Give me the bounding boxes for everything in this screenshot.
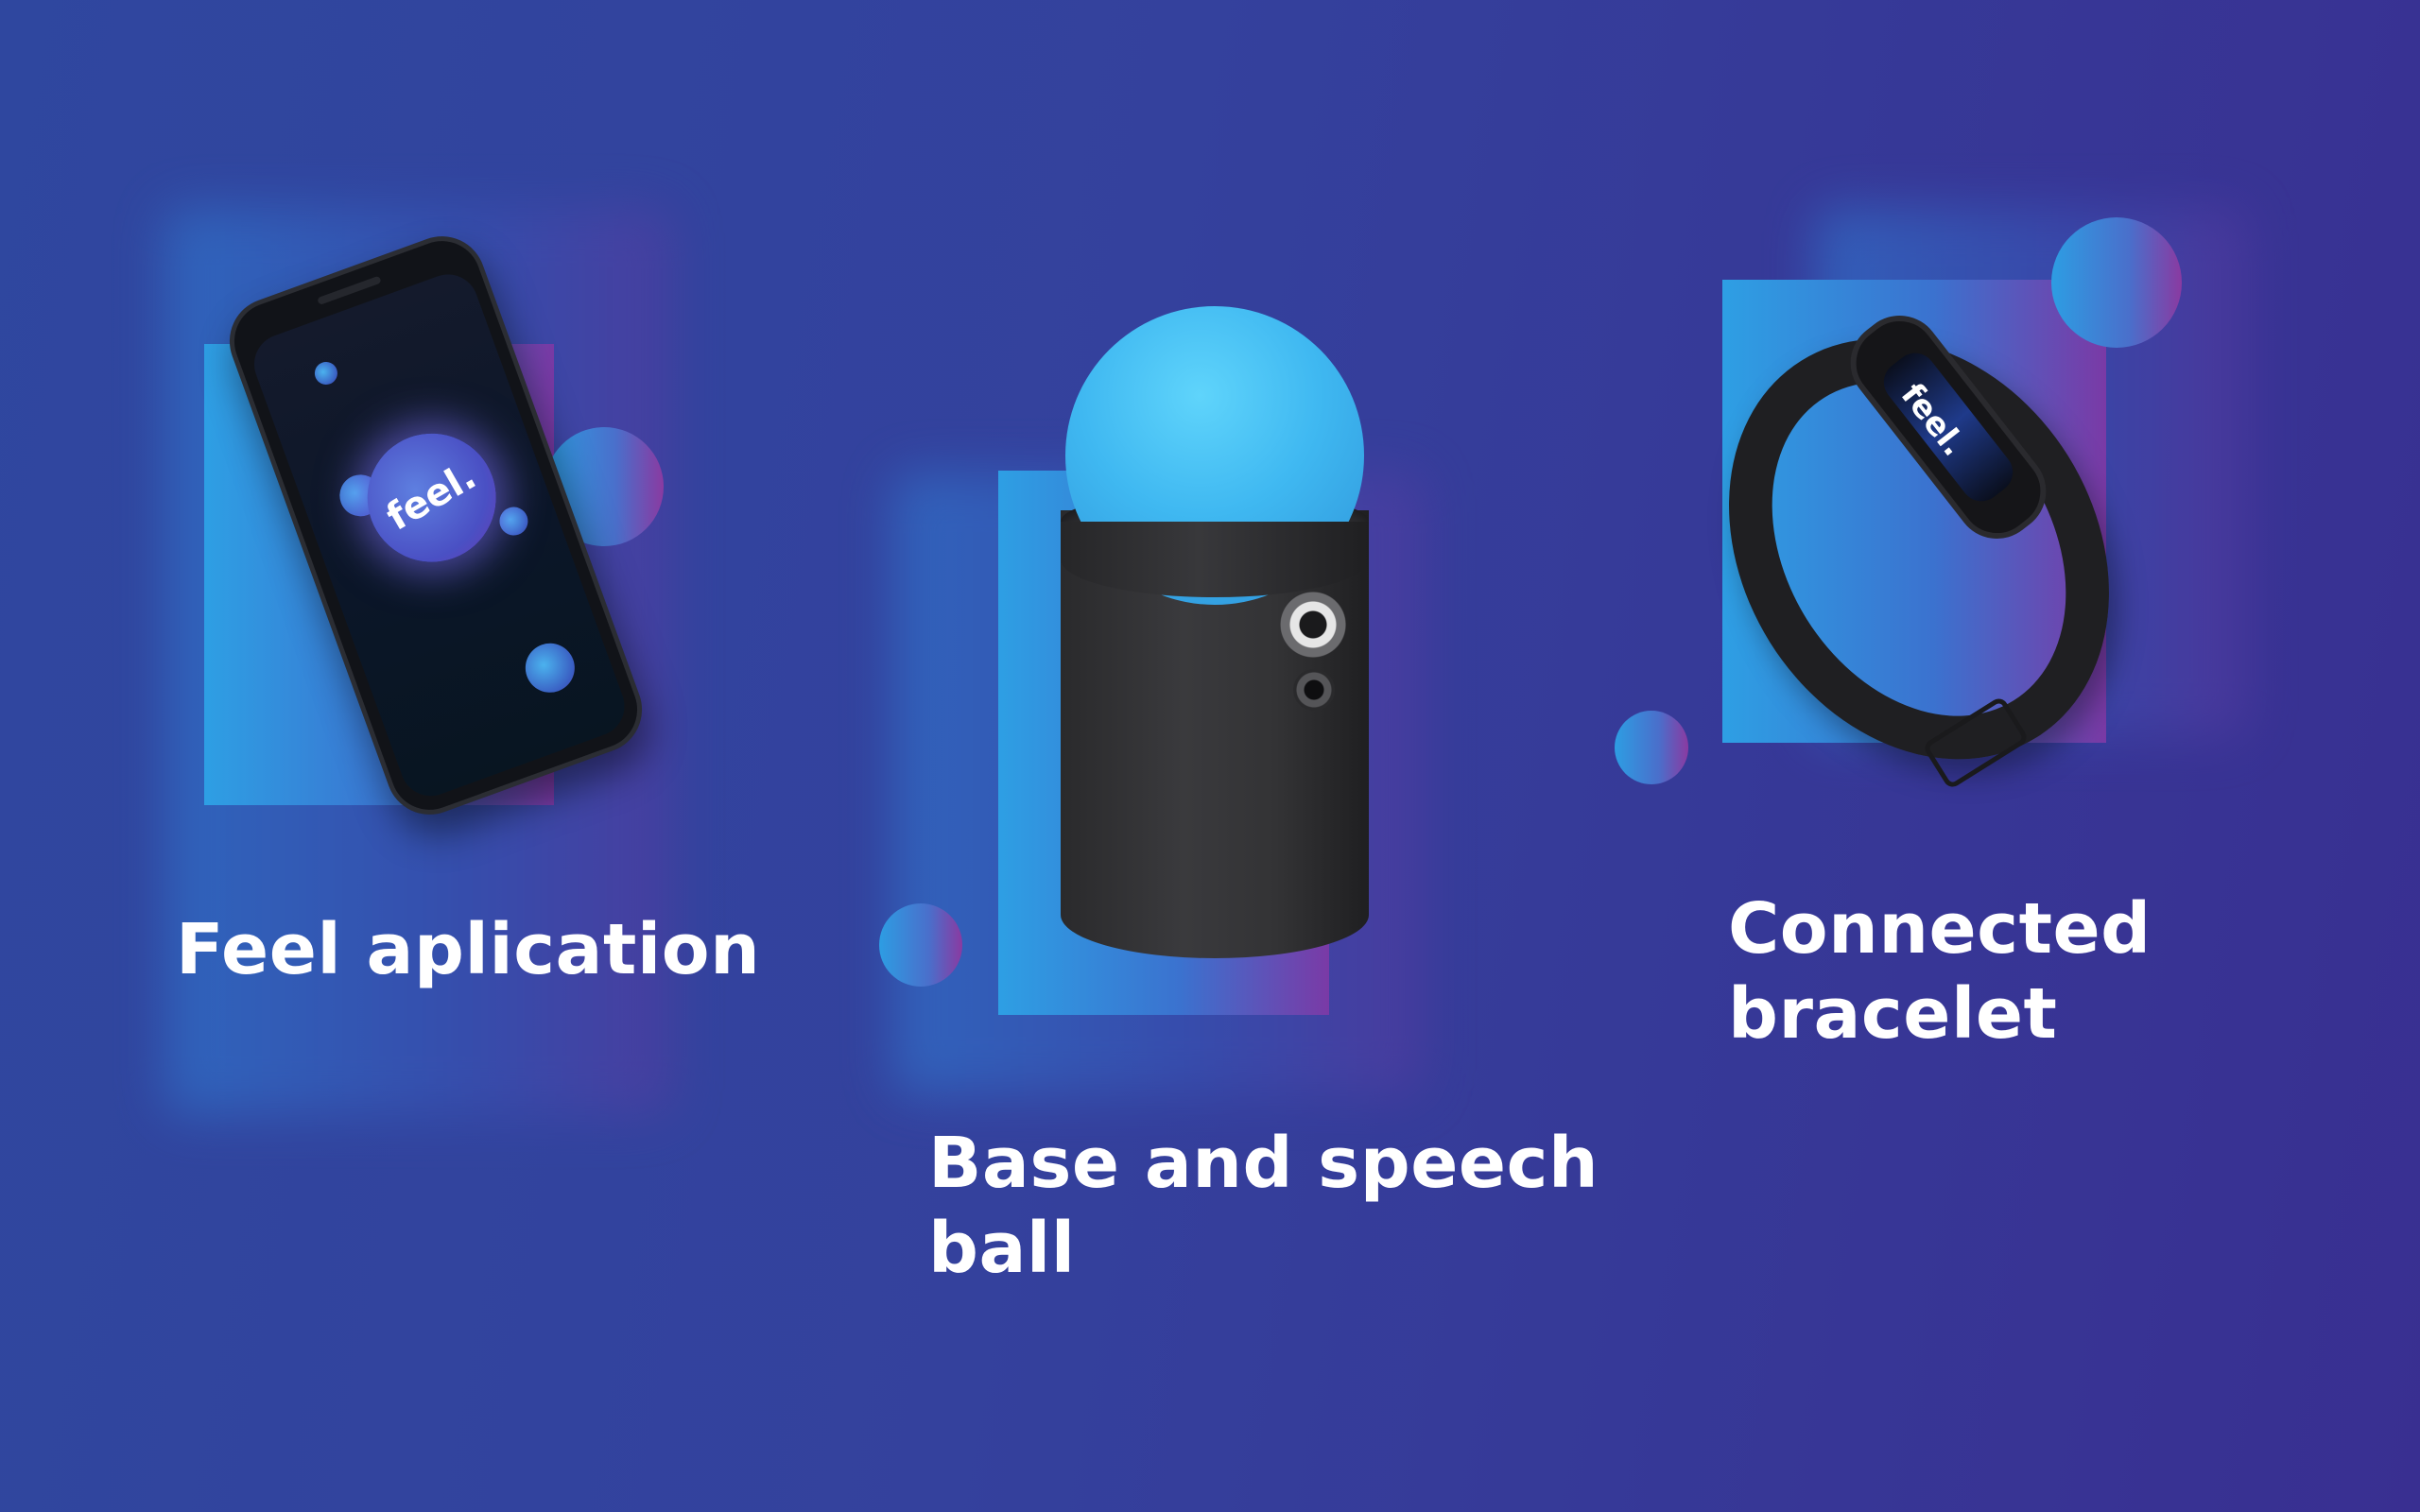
product-title-line: ball (928, 1208, 1076, 1289)
microphone-sensor (1293, 669, 1335, 711)
product-title: Feel aplication (176, 907, 760, 992)
screen-bubble (518, 636, 582, 700)
decorative-bubble (1615, 711, 1688, 784)
product-title: Connected bracelet (1728, 886, 2152, 1057)
product-title-line: Feel aplication (176, 909, 761, 990)
feel-logo-text: feel. (379, 454, 484, 540)
decorative-bubble (879, 903, 962, 987)
feel-logo: feel. (349, 415, 514, 580)
product-title-line: bracelet (1728, 973, 2058, 1055)
camera-sensor (1280, 592, 1346, 658)
screen-bubble (311, 358, 341, 388)
base-front-lip (1061, 522, 1369, 597)
product-title-line: Base and speech (928, 1123, 1599, 1204)
screen-bubble (495, 503, 532, 540)
decorative-bubble (2051, 217, 2182, 348)
product-title-line: Connected (1728, 888, 2152, 970)
product-title: Base and speech ball (928, 1121, 1599, 1291)
